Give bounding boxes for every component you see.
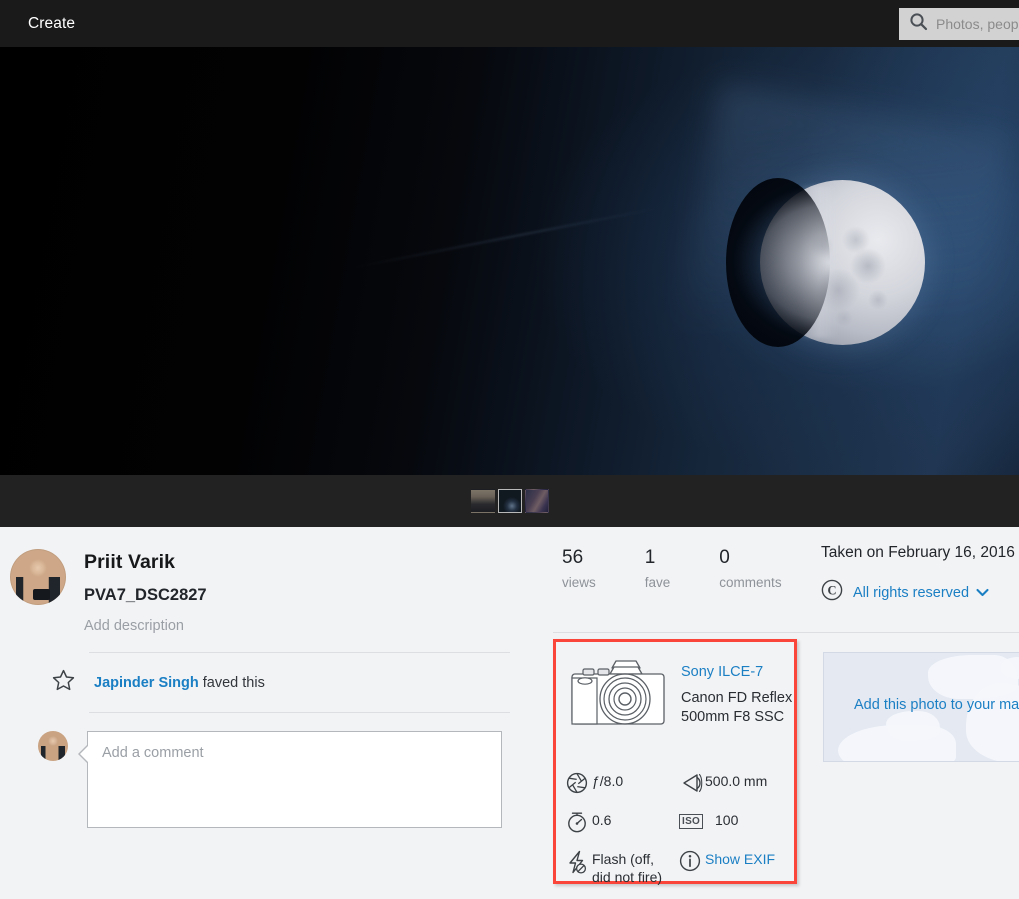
flash-value: Flash (off, did not fire) [592, 851, 663, 885]
stat-views-count: 56 [562, 547, 584, 568]
camera-model-link[interactable]: Sony ILCE-7 [681, 664, 794, 680]
aperture-icon [566, 771, 592, 799]
owner-text-block: Priit Varik PVA7_DSC2827 Add description [84, 549, 207, 634]
shutter-speed-icon [566, 810, 592, 838]
stat-views: 56 views [562, 547, 596, 590]
add-description-link[interactable]: Add description [84, 618, 207, 634]
photo-page: Create Photos, people, or groups [0, 0, 1019, 899]
search-icon [909, 12, 928, 36]
stat-comments-label: comments [719, 575, 782, 590]
map-landmass [886, 711, 940, 741]
divider [89, 712, 510, 713]
add-to-map-link[interactable]: Add this photo to your map [824, 697, 1019, 713]
nav-create-button[interactable]: Create [28, 15, 75, 33]
lens-model: Canon FD Reflex 500mm F8 SSC [681, 690, 793, 725]
info-icon [679, 849, 705, 877]
stat-faves-label: fave [644, 575, 671, 590]
exif-camera-header: Sony ILCE-7 Canon FD Reflex 500mm F8 SSC [556, 642, 794, 745]
exif-shutter-speed: 0.6 [566, 810, 679, 838]
add-to-map-card[interactable]: Add this photo to your map [823, 652, 1019, 762]
divider [89, 652, 510, 653]
show-exif-link[interactable]: Show EXIF [705, 849, 775, 869]
exif-row: ƒ/8.0 500.0 mm [566, 771, 792, 799]
aperture-value: ƒ/8.0 [592, 773, 624, 789]
iso-badge: ISO [679, 814, 704, 829]
exif-aperture: ƒ/8.0 [566, 771, 679, 799]
flash-off-icon [566, 849, 592, 879]
license-link[interactable]: All rights reserved [853, 585, 969, 601]
thumbnail-2-selected[interactable] [497, 489, 522, 513]
stat-faves-count: 1 [644, 547, 656, 568]
fave-user-link[interactable]: Japinder Singh [94, 675, 199, 691]
fave-text: Japinder Singh faved this [94, 675, 265, 691]
iso-icon: ISO [679, 810, 711, 829]
taken-on-date: Taken on February 16, 2016 [821, 544, 1015, 561]
chevron-down-icon[interactable] [976, 584, 989, 602]
focal-length-icon [679, 771, 705, 799]
capture-info-block: Taken on February 16, 2016 C All rights … [821, 544, 1015, 606]
moon-terminator [726, 178, 830, 347]
thumbnail-filmstrip [0, 475, 1019, 527]
moon-image [726, 178, 925, 347]
exif-iso: ISO 100 [679, 810, 792, 838]
thumbnail-1[interactable] [471, 489, 495, 513]
photo-viewer[interactable] [0, 47, 1019, 475]
bubble-tail-fill [80, 745, 89, 763]
divider [553, 632, 1019, 633]
owner-row: Priit Varik PVA7_DSC2827 Add description [0, 527, 540, 634]
stat-views-label: views [562, 575, 596, 590]
camera-icon [566, 654, 670, 745]
page-title: PVA7_DSC2827 [84, 586, 207, 604]
search-input[interactable]: Photos, people, or groups [899, 8, 1019, 40]
avatar-detail-camera [33, 589, 50, 600]
comment-input[interactable] [87, 731, 502, 828]
exif-flash: Flash (off, did not fire) [566, 849, 679, 887]
focal-length-value: 500.0 mm [705, 773, 768, 789]
thumbnail-3[interactable] [525, 489, 549, 513]
stat-comments: 0 comments [719, 547, 781, 590]
svg-text:C: C [827, 584, 836, 598]
exif-focal-length: 500.0 mm [679, 771, 792, 799]
top-navbar: Create Photos, people, or groups [0, 0, 1019, 47]
exif-metadata-grid: ƒ/8.0 500.0 mm 0.6 ISO 100 Flash (off, d… [566, 771, 792, 898]
license-row: C All rights reserved [821, 579, 1015, 606]
navbar-right-group: Photos, people, or groups [899, 8, 1019, 40]
stat-faves: 1 fave [645, 547, 671, 590]
stat-comments-count: 0 [719, 547, 730, 568]
star-icon[interactable] [52, 669, 75, 696]
exif-names: Sony ILCE-7 Canon FD Reflex 500mm F8 SSC [681, 654, 794, 745]
comment-bubble [78, 731, 502, 833]
iso-value: 100 [715, 812, 739, 828]
right-column: 56 views 1 fave 0 comments Taken on Febr… [540, 527, 1019, 601]
exif-show-exif[interactable]: Show EXIF [679, 849, 792, 887]
shutter-speed-value: 0.6 [592, 812, 612, 828]
copyright-icon: C [821, 579, 843, 606]
exif-row: Flash (off, did not fire) Show EXIF [566, 849, 792, 887]
owner-name[interactable]: Priit Varik [84, 551, 207, 574]
avatar-detail-straps [41, 746, 65, 761]
photo-details-area: Priit Varik PVA7_DSC2827 Add description… [0, 527, 1019, 899]
left-column: Priit Varik PVA7_DSC2827 Add description… [0, 527, 540, 833]
exif-info-card[interactable]: Sony ILCE-7 Canon FD Reflex 500mm F8 SSC [553, 639, 797, 885]
owner-avatar[interactable] [10, 549, 66, 605]
comment-composer-row [38, 731, 540, 833]
fave-activity-row: Japinder Singh faved this [52, 669, 540, 696]
avatar[interactable] [38, 731, 68, 761]
search-placeholder: Photos, people, or groups [936, 16, 1019, 32]
exif-row: 0.6 ISO 100 [566, 810, 792, 838]
fave-suffix: faved this [198, 674, 265, 691]
